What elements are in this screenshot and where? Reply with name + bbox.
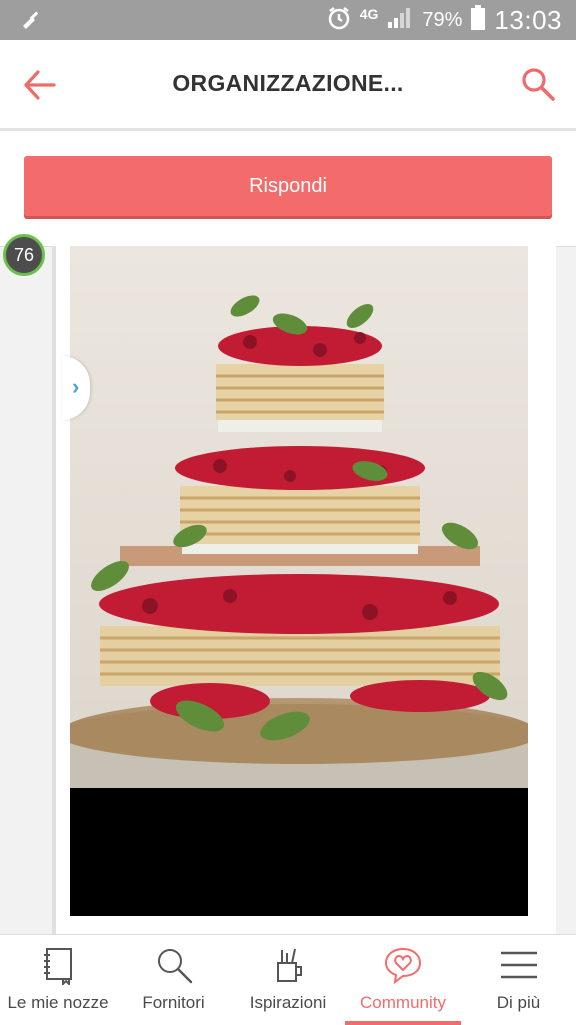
active-tab-indicator <box>345 1021 461 1025</box>
cleaner-icon <box>20 8 42 35</box>
nav-fornitori[interactable]: Fornitori <box>116 935 231 1025</box>
nav-label: Fornitori <box>142 993 205 1012</box>
nav-ispirazioni[interactable]: Ispirazioni <box>231 935 345 1025</box>
back-arrow-icon[interactable] <box>22 68 56 102</box>
signal-icon <box>386 6 414 35</box>
search-icon[interactable] <box>520 66 556 102</box>
user-score-badge: 76 <box>3 234 45 276</box>
cake-image <box>70 246 528 916</box>
status-bar: 4G 79% 13:03 <box>0 0 576 40</box>
notebook-icon <box>44 948 72 985</box>
page-title: ORGANIZZAZIONE... <box>172 70 404 96</box>
heart-chat-icon <box>384 947 422 985</box>
nav-le-mie-nozze[interactable]: Le mie nozze <box>0 935 116 1025</box>
reply-button[interactable]: Rispondi <box>24 156 552 216</box>
network-type: 4G <box>359 6 379 22</box>
nav-label: Community <box>360 993 446 1012</box>
nav-label: Le mie nozze <box>7 993 109 1012</box>
nav-label: Di più <box>496 993 541 1012</box>
battery-icon <box>470 4 486 36</box>
clock: 13:03 <box>494 4 562 35</box>
bottom-navigation: Le mie nozze Fornitori Ispirazioni Commu… <box>0 934 576 1025</box>
post-photo[interactable] <box>70 246 528 916</box>
app-bar: ORGANIZZAZIONE... <box>0 40 576 131</box>
nav-community[interactable]: Community <box>345 935 461 1025</box>
alarm-icon <box>326 5 352 36</box>
battery-percent: 79% <box>422 8 463 31</box>
nav-di-piu[interactable]: Di più <box>461 935 576 1025</box>
nav-label: Ispirazioni <box>249 993 327 1012</box>
search-icon <box>157 949 192 984</box>
chevron-right-icon: › <box>72 374 80 399</box>
status-right: 4G 79% 13:03 <box>326 0 562 40</box>
menu-icon <box>500 951 537 979</box>
pencil-cup-icon <box>277 948 302 982</box>
